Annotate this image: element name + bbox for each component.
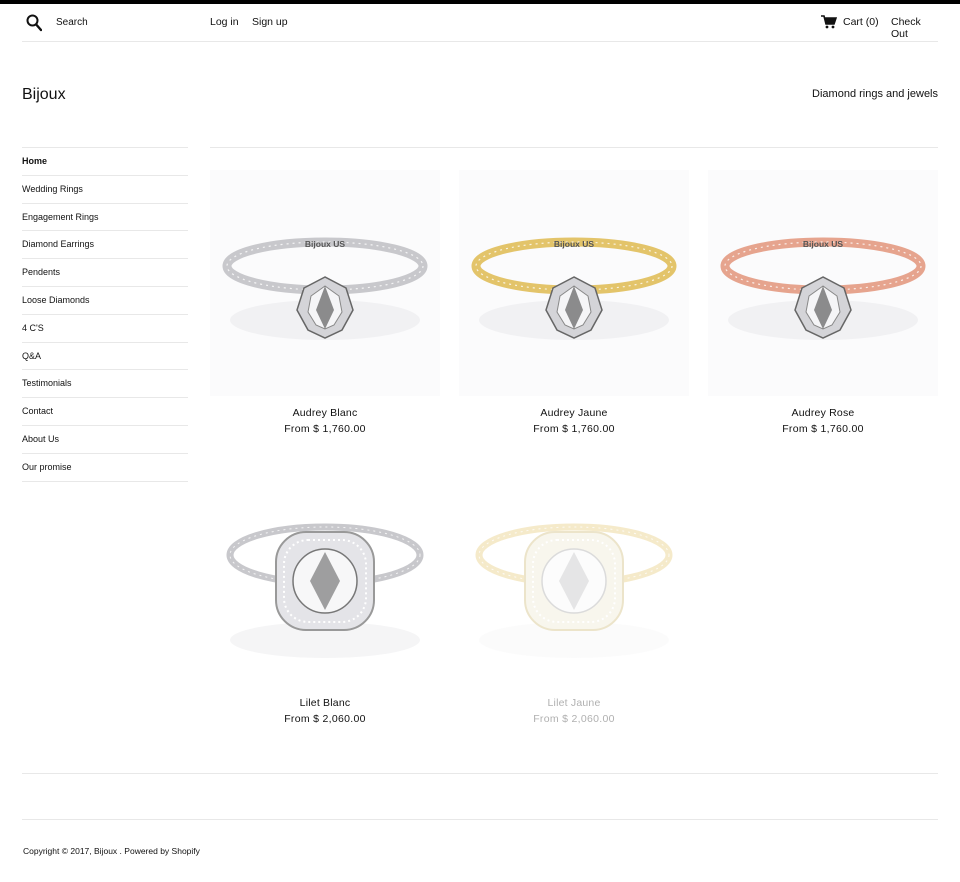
powered-by-link[interactable]: Powered by Shopify	[124, 846, 200, 856]
copyright-text: Copyright © 2017,	[23, 846, 92, 856]
sidebar-item-home[interactable]: Home	[22, 148, 188, 176]
sidebar-item-our-promise[interactable]: Our promise	[22, 454, 188, 482]
sidebar-item-pendents[interactable]: Pendents	[22, 259, 188, 287]
product-image[interactable]: Bijoux US	[459, 170, 689, 396]
login-link[interactable]: Log in	[210, 16, 239, 28]
sidebar-item-loose-diamonds[interactable]: Loose Diamonds	[22, 287, 188, 315]
footer-divider	[22, 773, 938, 774]
product-name[interactable]: Audrey Rose	[708, 407, 938, 419]
cart-link[interactable]: Cart (0)	[843, 16, 879, 28]
product-image[interactable]: Bijoux US	[708, 170, 938, 396]
ring-image	[475, 523, 673, 658]
sidebar-item-testimonials[interactable]: Testimonials	[22, 370, 188, 399]
product-card[interactable]: Lilet Blanc From $ 2,060.00	[210, 460, 440, 725]
product-image[interactable]	[210, 460, 440, 686]
sidebar-item-diamond-earrings[interactable]: Diamond Earrings	[22, 231, 188, 260]
sidebar-item-wedding-rings[interactable]: Wedding Rings	[22, 176, 188, 204]
search-input[interactable]	[56, 14, 216, 30]
header-bar: Log in Sign up Cart (0) Check Out	[22, 4, 938, 42]
product-price: From $ 1,760.00	[533, 423, 615, 435]
product-name[interactable]: Lilet Jaune	[459, 697, 689, 709]
sidebar-item-4cs[interactable]: 4 C'S	[22, 315, 188, 343]
product-image[interactable]	[459, 460, 689, 686]
product-name[interactable]: Audrey Blanc	[210, 407, 440, 419]
product-price: From $ 1,760.00	[782, 423, 864, 435]
shop-logo[interactable]: Bijoux	[22, 86, 66, 104]
product-card[interactable]: Bijoux US Audrey Jaune From $ 1,760.00	[459, 170, 689, 435]
ring-image: Bijoux US	[471, 237, 677, 340]
product-name[interactable]: Lilet Blanc	[210, 697, 440, 709]
checkout-link[interactable]: Check Out	[891, 16, 938, 40]
sidebar-item-qa[interactable]: Q&A	[22, 343, 188, 371]
svg-text:Bijoux US: Bijoux US	[803, 239, 843, 249]
sidebar-item-engagement-rings[interactable]: Engagement Rings	[22, 204, 188, 232]
grid-divider	[210, 147, 938, 148]
sidebar-item-contact[interactable]: Contact	[22, 398, 188, 426]
svg-text:Bijoux US: Bijoux US	[554, 239, 594, 249]
product-image[interactable]: Bijoux US	[210, 170, 440, 396]
search-icon[interactable]	[26, 14, 42, 32]
product-card[interactable]: Bijoux US Audrey Blanc From $ 1,760.00	[210, 170, 440, 435]
sidebar-nav: Home Wedding Rings Engagement Rings Diam…	[22, 147, 188, 482]
signup-link[interactable]: Sign up	[252, 16, 288, 28]
product-name[interactable]: Audrey Jaune	[459, 407, 689, 419]
footer-shop-link[interactable]: Bijoux	[94, 846, 117, 856]
svg-text:Bijoux US: Bijoux US	[305, 239, 345, 249]
footer-divider	[22, 819, 938, 820]
ring-image	[226, 523, 424, 658]
product-price: From $ 2,060.00	[284, 713, 366, 725]
ring-image: Bijoux US	[222, 237, 428, 340]
cart-icon[interactable]	[821, 15, 837, 29]
footer-separator: .	[119, 846, 122, 856]
sidebar-item-about-us[interactable]: About Us	[22, 426, 188, 454]
shop-tagline: Diamond rings and jewels	[812, 88, 938, 100]
product-card[interactable]: Bijoux US Audrey Rose From $ 1,760.00	[708, 170, 938, 435]
ring-image: Bijoux US	[720, 237, 926, 340]
footer-copyright: Copyright © 2017, Bijoux . Powered by Sh…	[23, 846, 200, 856]
product-card[interactable]: Lilet Jaune From $ 2,060.00	[459, 460, 689, 725]
product-price: From $ 1,760.00	[284, 423, 366, 435]
product-price: From $ 2,060.00	[533, 713, 615, 725]
